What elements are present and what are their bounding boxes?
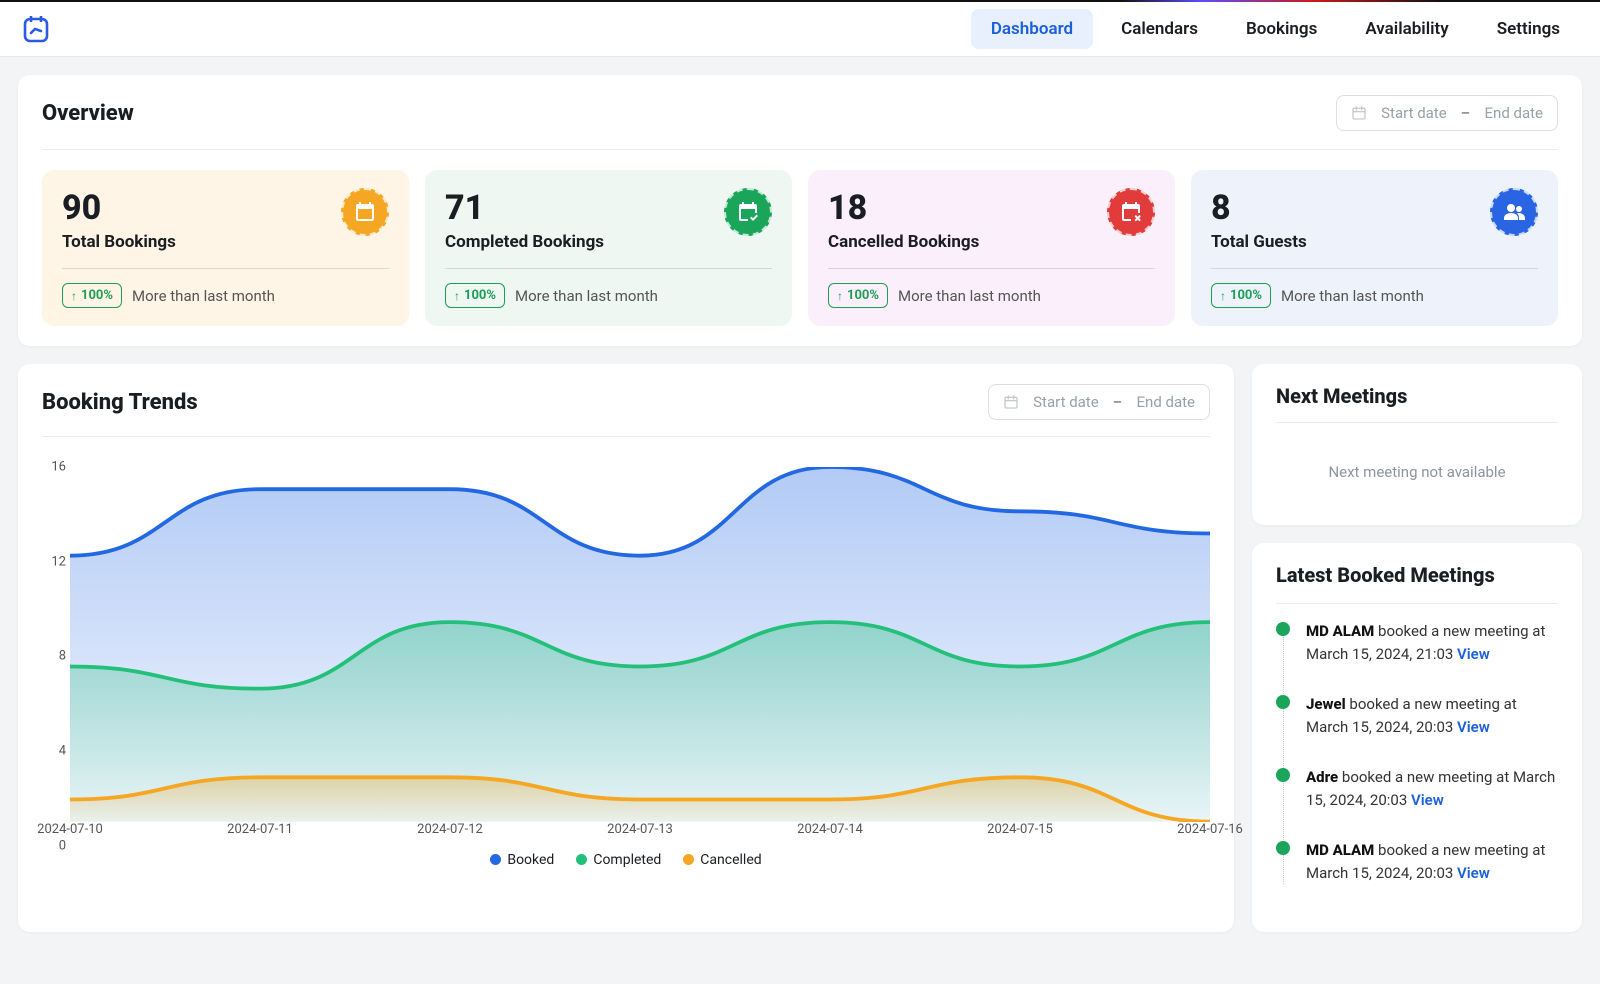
latest-meeting-text: Adre booked a new meeting at March 15, 2… (1306, 768, 1555, 809)
arrow-up-icon: ↑ (454, 289, 460, 303)
calendar-x-icon (1107, 188, 1155, 236)
chart-ytick: 12 (51, 554, 66, 569)
chart-xtick: 2024-07-11 (227, 822, 293, 837)
legend-color-dot (576, 854, 587, 865)
nav-item-dashboard[interactable]: Dashboard (971, 9, 1093, 49)
trends-chart-legend: Booked Completed Cancelled (42, 852, 1210, 868)
timeline-dot-icon (1276, 695, 1290, 709)
stat-label: Cancelled Bookings (828, 232, 979, 252)
stat-change-badge: ↑100% (445, 283, 505, 308)
booking-trends-card: Booking Trends Start date – End date 0 4 8… (18, 364, 1234, 932)
stat-value: 90 (62, 188, 176, 228)
legend-item-completed[interactable]: Completed (576, 852, 661, 868)
timeline-dot-icon (1276, 768, 1290, 782)
chart-xtick: 2024-07-15 (987, 822, 1053, 837)
next-meetings-card: Next Meetings Next meeting not available (1252, 364, 1582, 525)
view-meeting-link[interactable]: View (1457, 718, 1490, 736)
latest-meeting-item: MD ALAM booked a new meeting at March 15… (1276, 839, 1558, 884)
date-range-separator: – (1113, 393, 1123, 411)
calendar-icon (1351, 105, 1367, 121)
trends-chart: 0481216 2024-07-102024-07-112024-07-1220… (42, 437, 1210, 868)
stat-value: 18 (828, 188, 979, 228)
stat-change-text: More than last month (898, 287, 1041, 305)
chart-ytick: 0 (59, 838, 66, 853)
latest-meeting-item: MD ALAM booked a new meeting at March 15… (1276, 620, 1558, 665)
stat-card-cancelled-bookings: 18 Cancelled Bookings ↑100% More than la… (808, 170, 1175, 326)
end-date-placeholder: End date (1485, 104, 1543, 122)
stat-change-text: More than last month (1281, 287, 1424, 305)
latest-booked-title: Latest Booked Meetings (1276, 563, 1558, 604)
stat-card-completed-bookings: 71 Completed Bookings ↑100% More than la… (425, 170, 792, 326)
users-icon (1490, 188, 1538, 236)
legend-item-booked[interactable]: Booked (490, 852, 554, 868)
overview-title: Overview (42, 101, 134, 126)
end-date-placeholder: End date (1137, 393, 1195, 411)
chart-xtick: 2024-07-10 (37, 822, 103, 837)
nav-item-bookings[interactable]: Bookings (1226, 9, 1337, 49)
view-meeting-link[interactable]: View (1411, 791, 1444, 809)
chart-ytick: 16 (51, 460, 66, 475)
chart-xtick: 2024-07-16 (1177, 822, 1243, 837)
trends-date-range[interactable]: Start date – End date (988, 384, 1210, 420)
date-range-separator: – (1461, 104, 1471, 122)
view-meeting-link[interactable]: View (1457, 645, 1490, 663)
latest-meeting-item: Jewel booked a new meeting at March 15, … (1276, 693, 1558, 738)
arrow-up-icon: ↑ (1220, 289, 1226, 303)
view-meeting-link[interactable]: View (1457, 864, 1490, 882)
timeline-dot-icon (1276, 622, 1290, 636)
stat-value: 71 (445, 188, 604, 228)
arrow-up-icon: ↑ (71, 289, 77, 303)
legend-color-dot (683, 854, 694, 865)
stat-change-text: More than last month (132, 287, 275, 305)
calendar-check-icon (724, 188, 772, 236)
stat-label: Total Guests (1211, 232, 1307, 252)
latest-meeting-item: Adre booked a new meeting at March 15, 2… (1276, 766, 1558, 811)
start-date-placeholder: Start date (1033, 393, 1099, 411)
legend-item-cancelled[interactable]: Cancelled (683, 852, 761, 868)
next-meetings-empty: Next meeting not available (1276, 422, 1558, 505)
chart-xtick: 2024-07-14 (797, 822, 863, 837)
start-date-placeholder: Start date (1381, 104, 1447, 122)
nav-item-availability[interactable]: Availability (1345, 9, 1468, 49)
chart-xtick: 2024-07-13 (607, 822, 673, 837)
next-meetings-title: Next Meetings (1276, 384, 1558, 408)
latest-meeting-text: Jewel booked a new meeting at March 15, … (1306, 695, 1517, 736)
timeline-dot-icon (1276, 841, 1290, 855)
overview-card: Overview Start date – End date 90 Total … (18, 75, 1582, 346)
stat-label: Completed Bookings (445, 232, 604, 252)
stat-change-badge: ↑100% (828, 283, 888, 308)
chart-ytick: 8 (59, 649, 66, 664)
calendar-icon (1003, 394, 1019, 410)
stat-card-total-bookings: 90 Total Bookings ↑100% More than last m… (42, 170, 409, 326)
stat-label: Total Bookings (62, 232, 176, 252)
stat-change-badge: ↑100% (1211, 283, 1271, 308)
app-logo (20, 13, 52, 45)
arrow-up-icon: ↑ (837, 289, 843, 303)
latest-booked-meetings-card: Latest Booked Meetings MD ALAM booked a … (1252, 543, 1582, 932)
overview-date-range[interactable]: Start date – End date (1336, 95, 1558, 131)
overview-stats-row: 90 Total Bookings ↑100% More than last m… (42, 170, 1558, 326)
stat-card-total-guests: 8 Total Guests ↑100% More than last mont… (1191, 170, 1558, 326)
stat-change-text: More than last month (515, 287, 658, 305)
nav-item-settings[interactable]: Settings (1477, 9, 1580, 49)
calendar-icon (341, 188, 389, 236)
latest-meeting-text: MD ALAM booked a new meeting at March 15… (1306, 622, 1545, 663)
main-nav: DashboardCalendarsBookingsAvailabilitySe… (971, 9, 1580, 49)
stat-value: 8 (1211, 188, 1307, 228)
chart-ytick: 4 (59, 744, 66, 759)
booking-trends-title: Booking Trends (42, 390, 198, 415)
latest-meeting-text: MD ALAM booked a new meeting at March 15… (1306, 841, 1545, 882)
nav-item-calendars[interactable]: Calendars (1101, 9, 1218, 49)
chart-xtick: 2024-07-12 (417, 822, 483, 837)
app-header: DashboardCalendarsBookingsAvailabilitySe… (0, 2, 1600, 57)
latest-booked-list: MD ALAM booked a new meeting at March 15… (1276, 620, 1558, 884)
legend-color-dot (490, 854, 501, 865)
stat-change-badge: ↑100% (62, 283, 122, 308)
